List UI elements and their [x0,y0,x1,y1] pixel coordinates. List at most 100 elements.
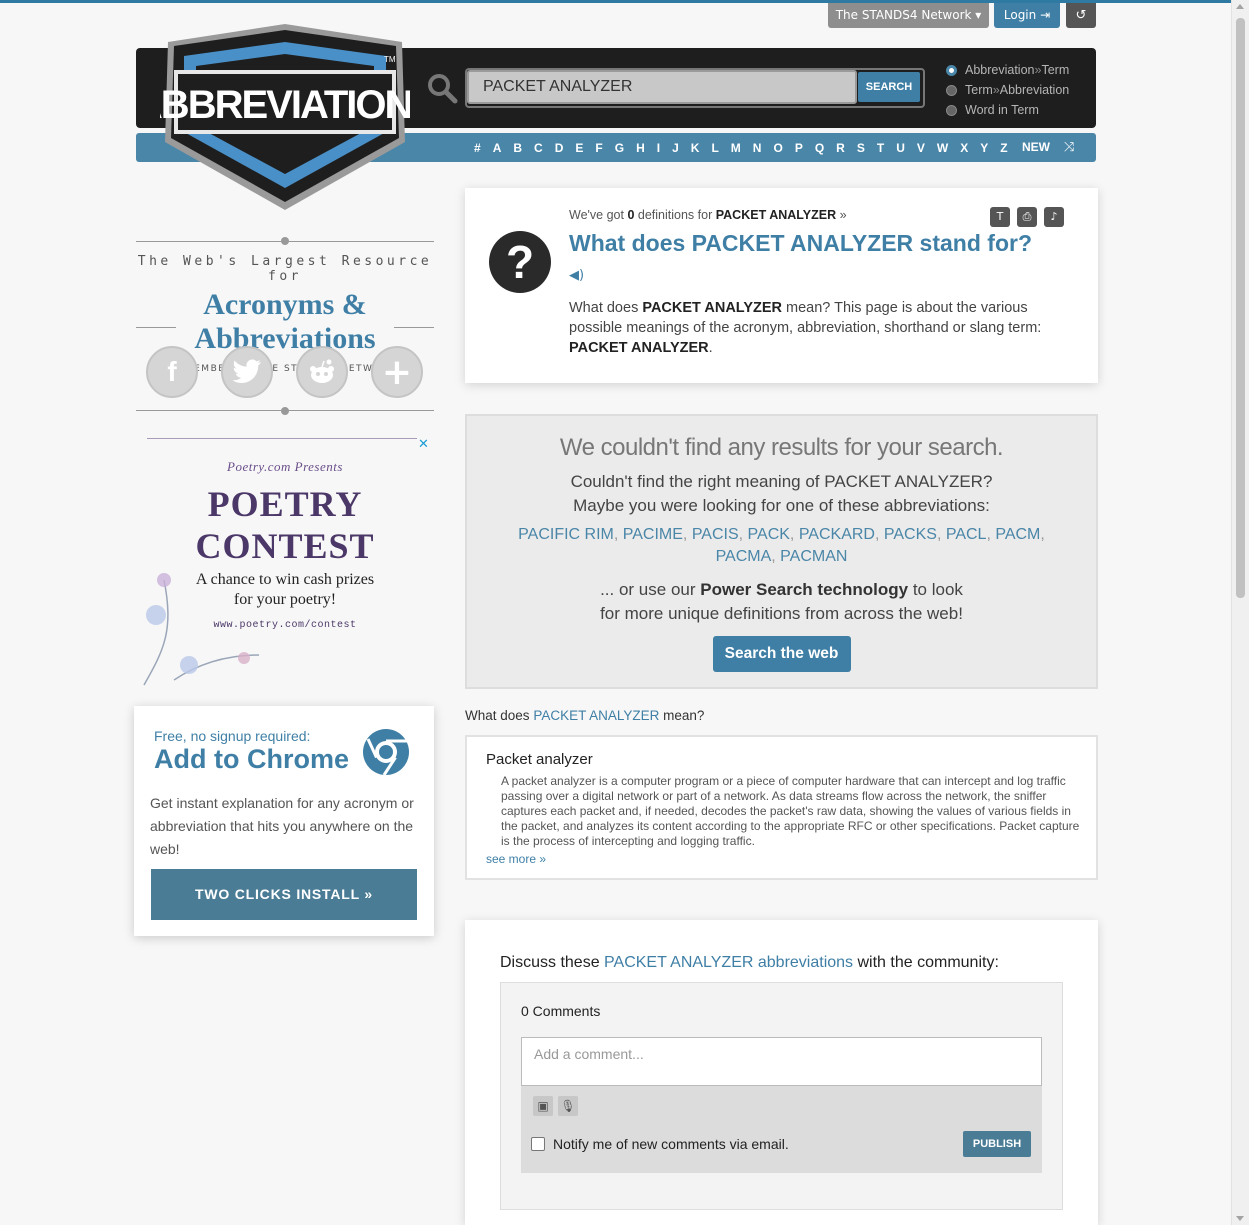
scroll-down-icon[interactable] [1236,1216,1244,1221]
alphabet-link[interactable]: R [836,141,845,155]
meaning-heading: What does PACKET ANALYZER mean? [465,708,705,723]
scrollbar[interactable] [1231,0,1249,1225]
alphabet-link[interactable]: Q [815,141,824,155]
no-results-panel: We couldn't find any results for your se… [465,414,1098,689]
history-button[interactable]: ↺ [1066,3,1096,28]
alphabet-link[interactable]: # [474,141,481,155]
search-mode-options: Abbreviation » Term Term » Abbreviation … [946,60,1069,120]
alphabet-link[interactable]: N [753,141,762,155]
ad-title[interactable]: POETRY CONTEST [136,483,434,567]
divider [394,327,434,328]
network-dropdown[interactable]: The STANDS4 Network ▾ [828,3,989,28]
alphabet-link[interactable]: I [657,141,660,155]
add-to-chrome-card: Free, no signup required: Add to Chrome … [134,706,434,936]
suggestion-link[interactable]: PACK [748,526,790,543]
suggestion-link[interactable]: PACM [995,526,1040,543]
suggestion-link[interactable]: PACKARD [799,526,875,543]
new-link[interactable]: NEW [1022,133,1050,162]
search-button[interactable]: SEARCH [858,72,920,102]
alphabet-link[interactable]: H [636,141,645,155]
suggestion-link[interactable]: PACL [946,526,987,543]
abbreviations-logo[interactable]: ABBREVIATIONS TM [160,22,410,214]
chrome-install-button[interactable]: TWO CLICKS INSTALL » [151,869,417,920]
alphabet-link[interactable]: X [960,141,968,155]
radio-button[interactable] [946,104,957,116]
alphabet-link[interactable]: O [773,141,782,155]
alphabet-link[interactable]: K [691,141,700,155]
alphabet-link[interactable]: P [795,141,803,155]
tagline-line1: The Web's Largest Resource for [137,254,433,284]
search-input[interactable]: PACKET ANALYZER [467,70,857,104]
radio-word-in-term[interactable]: Word in Term [946,100,1069,120]
login-button[interactable]: Login ⇥ [994,3,1060,28]
comments-box: 0 Comments Add a comment... ▣ 🎙 Notify m… [500,982,1063,1210]
shuffle-icon[interactable]: ⤨ [1064,133,1074,162]
alphabet-link[interactable]: Z [1000,141,1007,155]
radio-button[interactable] [946,84,957,96]
facebook-button[interactable]: f [146,346,198,398]
definition-description: What does PACKET ANALYZER mean? This pag… [569,300,1042,356]
alphabet-link[interactable]: A [493,141,502,155]
chrome-title[interactable]: Add to Chrome [154,744,349,775]
comment-count: 0 Comments [521,1003,601,1019]
notify-checkbox-row[interactable]: Notify me of new comments via email. [531,1136,789,1152]
ad-close-icon[interactable]: ✕ [418,437,429,452]
alphabet-link[interactable]: D [555,141,564,155]
suggestion-link[interactable]: PACIS [692,526,739,543]
image-icon[interactable]: ▣ [533,1096,553,1116]
more-share-button[interactable]: + [371,346,423,398]
font-size-icon[interactable]: T [990,207,1010,227]
alphabet-link[interactable]: Y [980,141,988,155]
pronounce-icon[interactable]: ◀) [569,268,584,283]
alphabet-link[interactable]: W [937,141,948,155]
radio-button[interactable] [946,64,957,76]
alphabet-link[interactable]: M [731,141,741,155]
alphabet-link[interactable]: C [534,141,543,155]
chrome-free-label: Free, no signup required: [154,728,311,744]
flower-decoration-icon [143,573,260,686]
print-icon[interactable]: ⎙ [1017,207,1037,227]
divider-dot [281,407,289,415]
reddit-button[interactable] [296,346,348,398]
alphabet-link[interactable]: S [857,141,865,155]
no-results-line1: Couldn't find the right meaning of PACKE… [570,472,993,491]
chrome-description: Get instant explanation for any acronym … [150,795,414,857]
publish-button[interactable]: PUBLISH [963,1131,1031,1157]
ad-divider [147,438,417,439]
see-more-link[interactable]: see more » [486,852,546,866]
alphabet-link[interactable]: B [513,141,522,155]
page-title: What does PACKET ANALYZER stand for? [569,230,1032,256]
suggestion-link[interactable]: PACMA [716,548,772,565]
radio-abbreviation-term[interactable]: Abbreviation » Term [946,60,1069,80]
alphabet-links: # A B C D E F G H I J K L M N O P Q R S T U V W X Y Z [468,133,1014,162]
meaning-term-link[interactable]: PACKET ANALYZER [533,708,659,723]
alphabet-link[interactable]: U [896,141,905,155]
suggestion-link[interactable]: PACMAN [780,548,847,565]
scrollbar-thumb[interactable] [1236,18,1245,598]
tagline-line2: Acronyms & Abbreviations [194,288,376,355]
discussion-link[interactable]: PACKET ANALYZER abbreviations [604,954,853,971]
ad-presents[interactable]: Poetry.com Presents [136,459,434,475]
search-web-button[interactable]: Search the web [712,636,851,672]
suggestion-link[interactable]: PACIME [623,526,683,543]
meaning-card: Packet analyzer A packet analyzer is a c… [465,735,1098,880]
question-icon: ? [489,231,551,293]
alphabet-link[interactable]: T [877,141,884,155]
alphabet-link[interactable]: J [672,141,679,155]
alphabet-link[interactable]: G [615,141,624,155]
alphabet-link[interactable]: L [711,141,718,155]
radio-term-abbreviation[interactable]: Term » Abbreviation [946,80,1069,100]
comment-input[interactable]: Add a comment... [521,1037,1042,1086]
plus-icon: + [381,351,413,393]
suggestion-link[interactable]: PACIFIC RIM [518,526,614,543]
alphabet-link[interactable]: E [575,141,583,155]
alphabet-link[interactable]: F [595,141,602,155]
twitter-button[interactable] [221,346,273,398]
alphabet-link[interactable]: V [917,141,925,155]
scroll-up-icon[interactable] [1236,4,1244,9]
definition-card: ? We've got 0 definitions for PACKET ANA… [465,188,1098,383]
speaker-icon[interactable]: ♪ [1044,207,1064,227]
notify-checkbox[interactable] [531,1137,545,1151]
microphone-icon[interactable]: 🎙 [558,1096,578,1116]
suggestion-link[interactable]: PACKS [884,526,937,543]
